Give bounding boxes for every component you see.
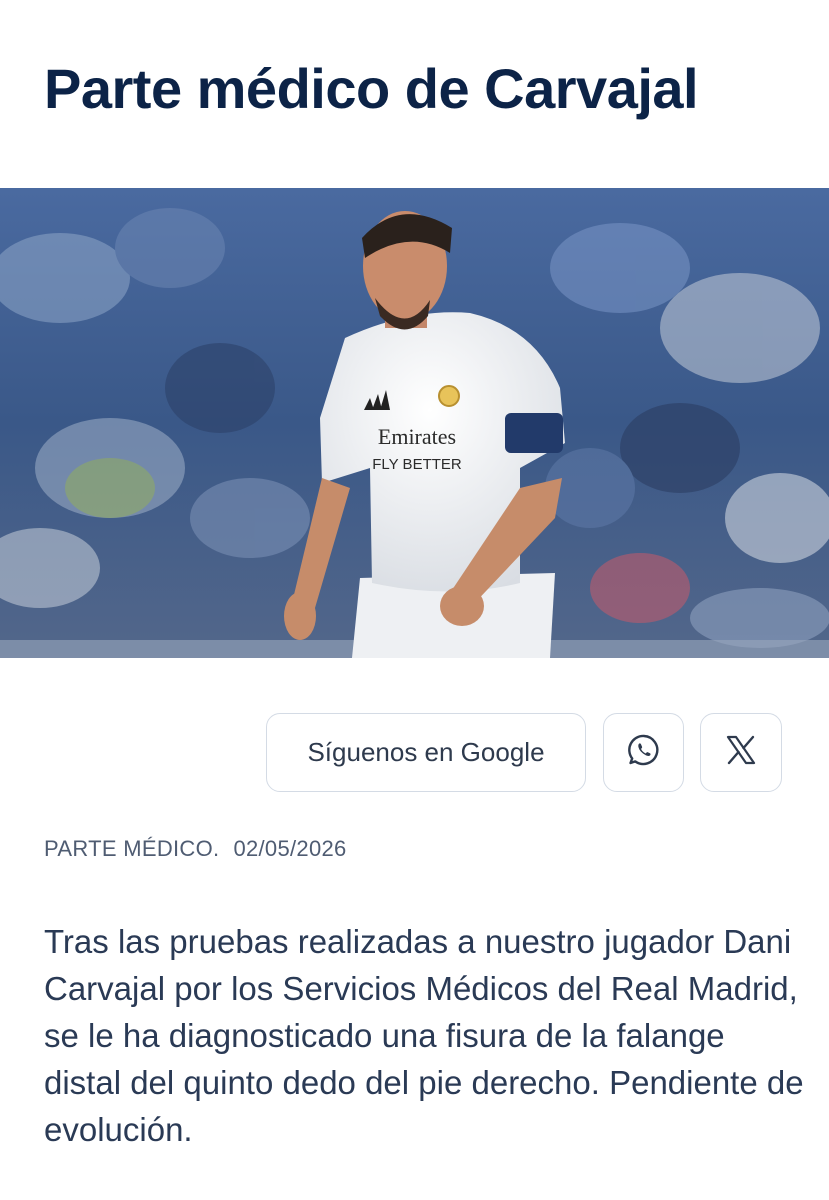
share-whatsapp-button[interactable] [603,713,684,792]
article-category: PARTE MÉDICO. [44,836,220,861]
article-hero-image: Emirates FLY BETTER [0,188,829,658]
shirt-slogan-text: FLY BETTER [372,456,462,473]
follow-google-label: Síguenos en Google [307,737,545,767]
whatsapp-icon [627,733,661,772]
shirt-sponsor-text: Emirates [378,424,456,449]
article-date: 02/05/2026 [233,836,347,861]
share-x-button[interactable] [700,713,782,792]
article-title: Parte médico de Carvajal [44,57,699,120]
share-bar: Síguenos en Google [266,713,782,794]
article-meta: PARTE MÉDICO. 02/05/2026 [44,836,347,862]
follow-google-button[interactable]: Síguenos en Google [266,713,586,792]
x-logo-icon [725,734,757,771]
article-body: Tras las pruebas realizadas a nuestro ju… [44,923,804,1148]
